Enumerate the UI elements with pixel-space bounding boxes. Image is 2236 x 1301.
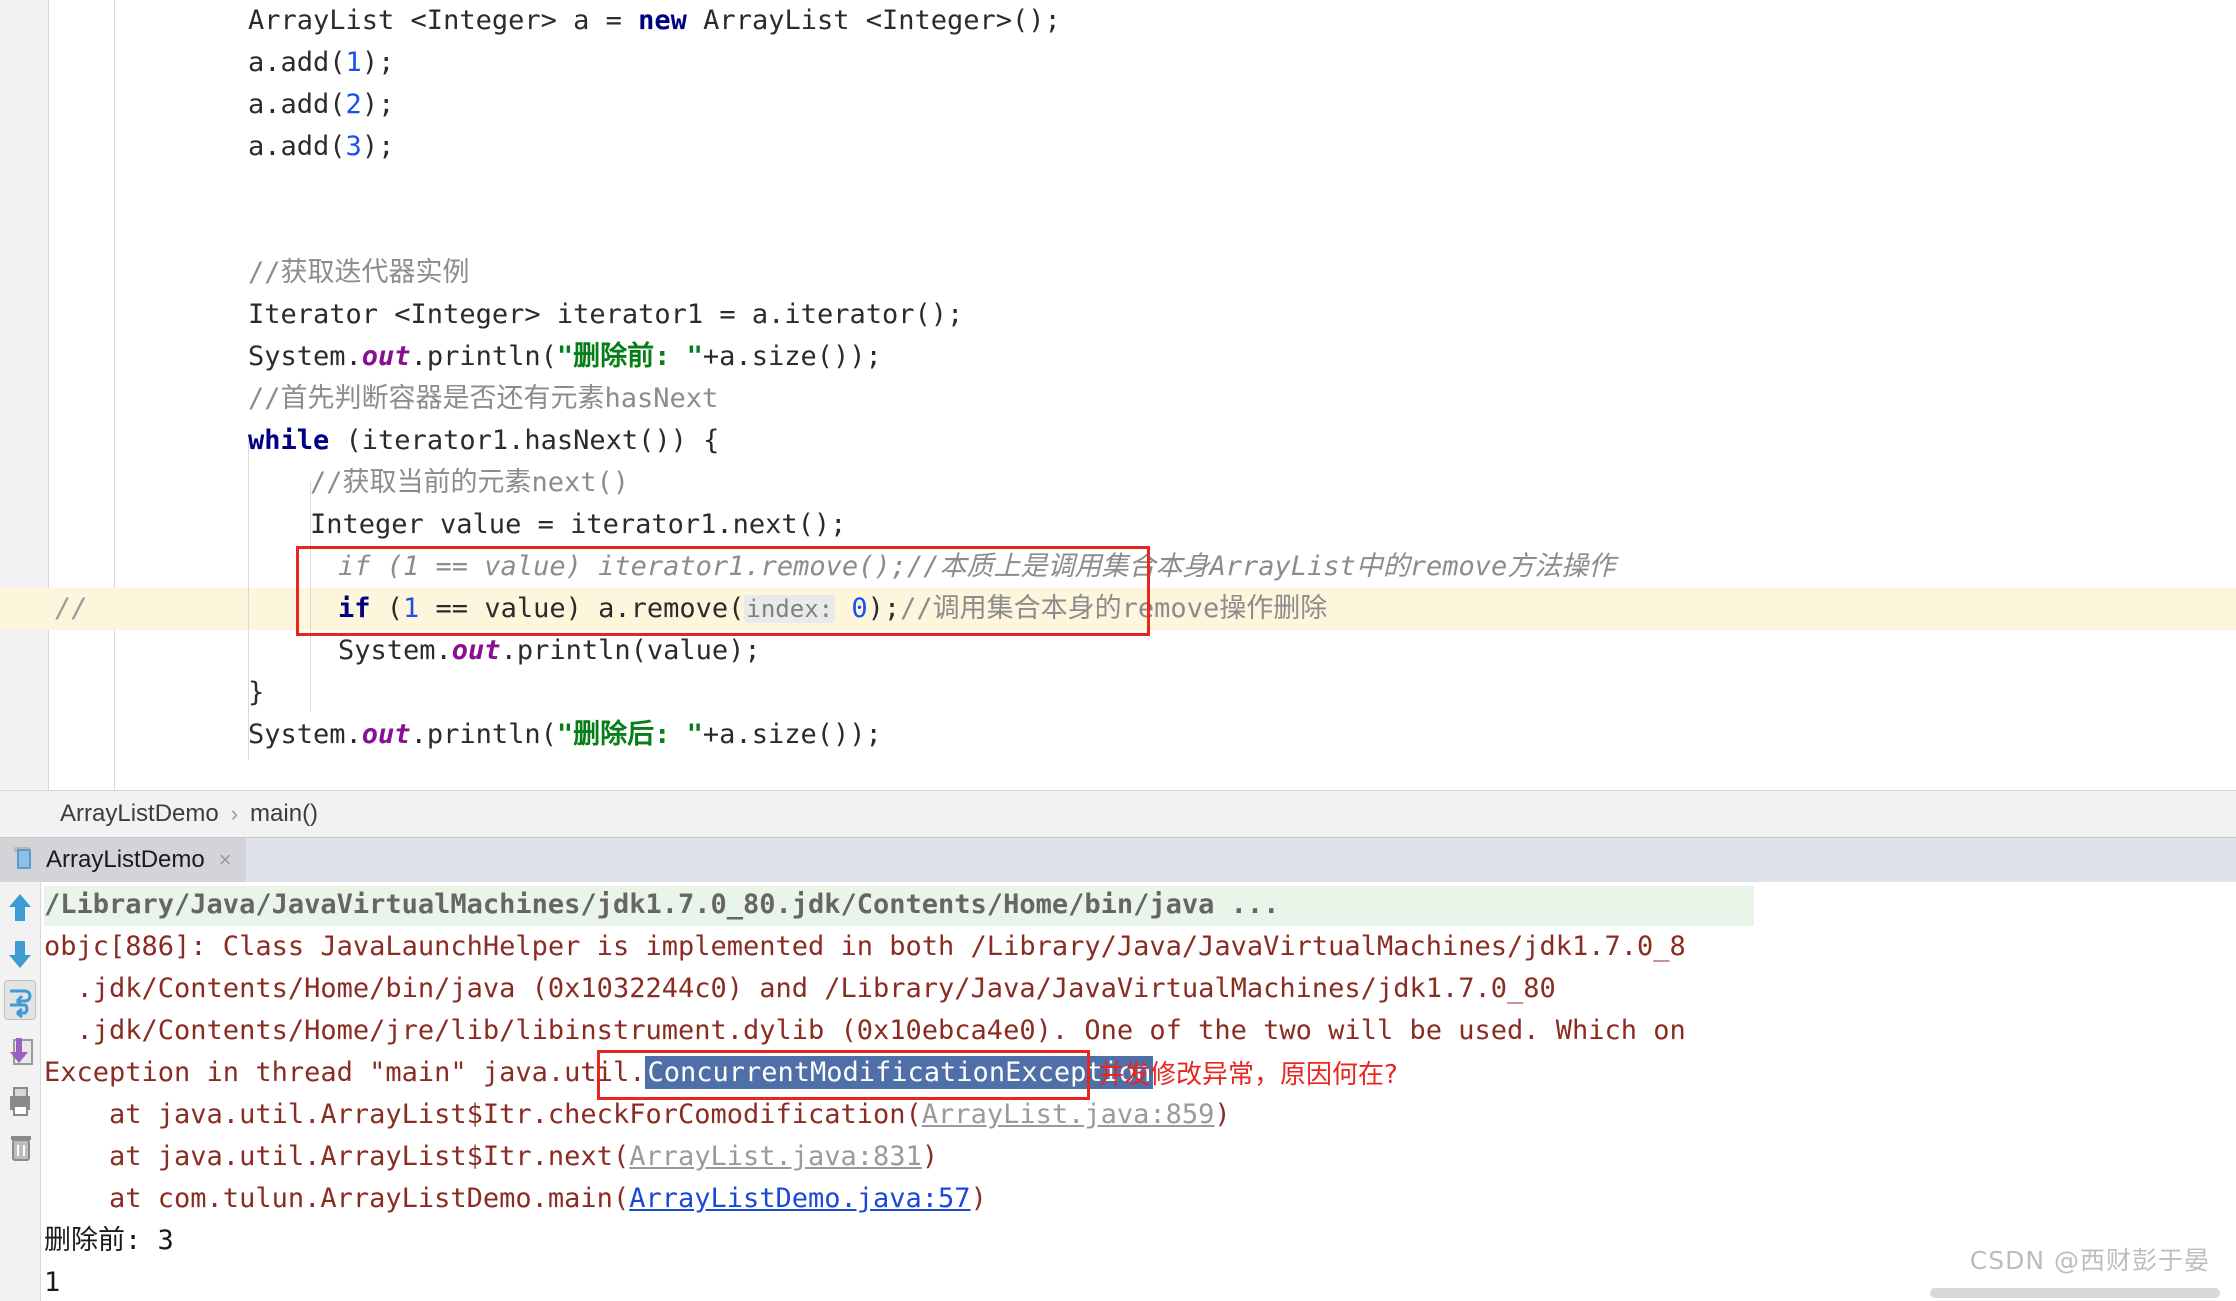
export-icon[interactable] <box>4 1032 36 1072</box>
console-command-line: /Library/Java/JavaVirtualMachines/jdk1.7… <box>44 889 1280 920</box>
code-line-comment[interactable]: //获取当前的元素next() <box>0 462 2236 504</box>
code-line[interactable]: a.add(2); <box>0 84 2236 126</box>
watermark: CSDN @西财彭于晏 <box>1969 1246 2210 1275</box>
exception-chinese-annotation: 并发修改异常，原因何在? <box>1098 1060 1398 1090</box>
code-line[interactable]: a.add(3); <box>0 126 2236 168</box>
java-class-icon <box>14 847 36 873</box>
stack-trace-line[interactable]: at java.util.ArrayList$Itr.checkForComod… <box>44 1094 1231 1136</box>
up-arrow-icon[interactable] <box>4 888 36 928</box>
comment-next: //获取当前的元素next() <box>310 467 630 498</box>
ide-window: ArrayList <Integer> a = new ArrayList <I… <box>0 0 2236 1301</box>
code-line[interactable]: System.out.println("删除前: "+a.size()); <box>0 336 2236 378</box>
console-line: .jdk/Contents/Home/jre/lib/libinstrument… <box>44 1015 1686 1046</box>
breadcrumb-method[interactable]: main() <box>250 800 318 828</box>
code-line-comment[interactable]: //获取迭代器实例 <box>0 252 2236 294</box>
comment-hasnext: //首先判断容器是否还有元素hasNext <box>248 378 718 420</box>
commented-out-code: if (1 == value) iterator1.remove(); <box>338 551 907 582</box>
comment-remove-essence: //本质上是调用集合本身ArrayList中的remove方法操作 <box>906 551 1616 582</box>
run-tab-label: ArrayListDemo <box>46 846 205 873</box>
run-console[interactable]: /Library/Java/JavaVirtualMachines/jdk1.7… <box>0 882 2236 1301</box>
exception-prefix: Exception in thread "main" java.util. <box>44 1057 646 1088</box>
stack-suffix: ) <box>921 1141 939 1172</box>
code-line[interactable]: Integer value = iterator1.next(); <box>0 504 2236 546</box>
breadcrumb-separator-icon: › <box>230 801 239 826</box>
param-hint-index: index: <box>744 595 836 623</box>
code-line-active[interactable]: if (1 == value) a.remove(index: 0);//调用集… <box>0 588 2236 630</box>
comment-remove-call: //调用集合本身的remove操作删除 <box>900 593 1328 624</box>
close-icon[interactable]: × <box>219 847 232 873</box>
code-editor[interactable]: ArrayList <Integer> a = new ArrayList <I… <box>0 0 2236 790</box>
stack-link[interactable]: ArrayListDemo.java:57 <box>629 1183 970 1214</box>
stack-suffix: ) <box>970 1183 987 1214</box>
stack-link[interactable]: ArrayList.java:831 <box>629 1141 922 1172</box>
soft-wrap-icon[interactable] <box>4 980 36 1020</box>
stack-prefix: at java.util.ArrayList$Itr.next( <box>44 1141 630 1172</box>
breadcrumb[interactable]: ArrayListDemo › main() <box>0 790 2236 838</box>
code-line[interactable]: } <box>0 672 2236 714</box>
stack-prefix: at java.util.ArrayList$Itr.checkForComod… <box>44 1099 922 1130</box>
code-surface[interactable]: ArrayList <Integer> a = new ArrayList <I… <box>0 0 2236 790</box>
console-toolbar[interactable] <box>0 882 41 1301</box>
print-icon[interactable] <box>4 1080 36 1120</box>
stack-prefix: at com.tulun.ArrayListDemo.main( <box>44 1183 630 1214</box>
stack-trace-line[interactable]: at com.tulun.ArrayListDemo.main(ArrayLis… <box>44 1178 987 1220</box>
code-line-empty[interactable] <box>0 168 2236 210</box>
comment-hasnext-text: //首先判断容器是否还有元素hasNext <box>248 383 719 414</box>
code-line[interactable]: ArrayList <Integer> a = new ArrayList <I… <box>0 0 2236 42</box>
code-line-comment[interactable]: //首先判断容器是否还有元素hasNext <box>0 378 2236 420</box>
code-line[interactable]: while (iterator1.hasNext()) { <box>0 420 2236 462</box>
trash-icon[interactable] <box>4 1128 36 1168</box>
comment-get-iterator: //获取迭代器实例 <box>248 257 470 288</box>
code-line[interactable]: System.out.println(value); <box>0 630 2236 672</box>
breadcrumb-class[interactable]: ArrayListDemo <box>60 800 219 828</box>
code-line[interactable]: Iterator <Integer> iterator1 = a.iterato… <box>0 294 2236 336</box>
console-output-line: 删除前: 3 <box>44 1225 174 1256</box>
code-line[interactable]: System.out.println("删除后: "+a.size()); <box>0 714 2236 756</box>
console-output-line: 1 <box>44 1267 61 1298</box>
code-line[interactable]: a.add(1); <box>0 42 2236 84</box>
stack-suffix: ) <box>1214 1099 1231 1130</box>
down-arrow-icon[interactable] <box>4 934 36 974</box>
stack-link[interactable]: ArrayList.java:859 <box>922 1099 1215 1130</box>
exception-annotation-box <box>597 1050 1090 1100</box>
code-line-commented-out[interactable]: // if (1 == value) iterator1.remove();//… <box>0 546 2236 624</box>
horizontal-scrollbar[interactable] <box>1930 1288 2220 1298</box>
console-line: .jdk/Contents/Home/bin/java (0x1032244c0… <box>44 973 1556 1004</box>
run-tab-arraylistdemo[interactable]: ArrayListDemo × <box>0 838 246 882</box>
run-tab-strip[interactable]: ArrayListDemo × <box>0 838 2236 883</box>
stack-trace-line[interactable]: at java.util.ArrayList$Itr.next(ArrayLis… <box>44 1136 938 1178</box>
console-line: objc[886]: Class JavaLaunchHelper is imp… <box>44 931 1686 962</box>
